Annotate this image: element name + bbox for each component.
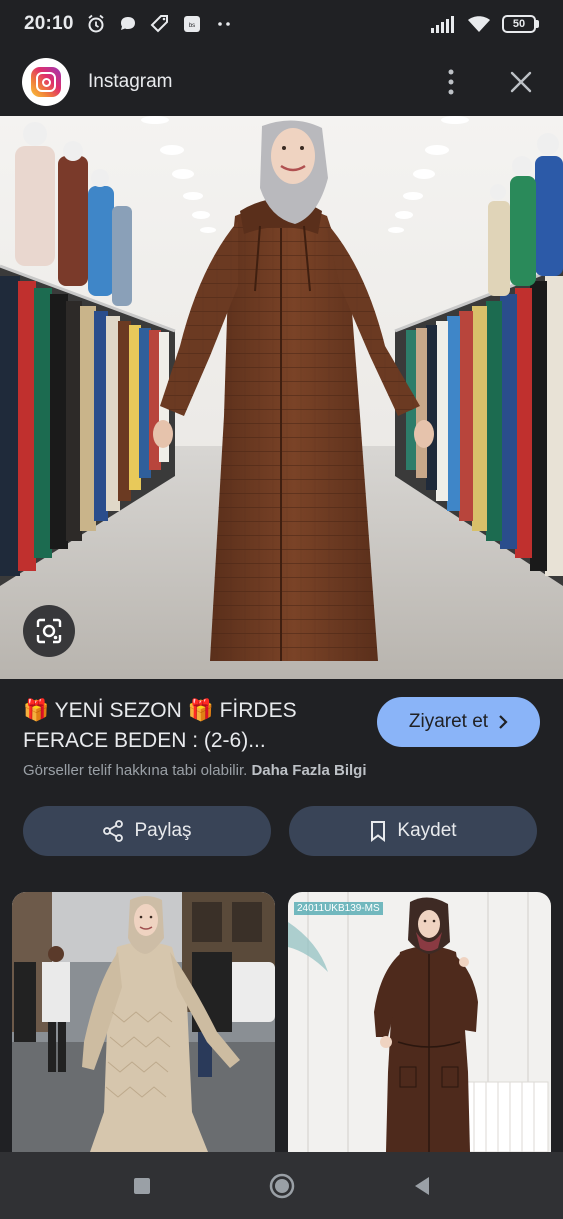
share-icon — [103, 820, 124, 842]
alarm-icon — [88, 14, 104, 33]
battery-level: 50 — [502, 15, 536, 33]
back-triangle-icon[interactable] — [402, 1166, 442, 1206]
share-button[interactable]: Paylaş — [23, 806, 271, 856]
related-image-1[interactable] — [12, 892, 275, 1152]
notification-icons: bs — [86, 14, 234, 34]
app-title: Instagram — [88, 71, 173, 92]
copyright-notice: Görseller telif hakkına tabi olabilir. D… — [23, 762, 366, 779]
related-image-2[interactable]: 24011UKB139-MS — [288, 892, 551, 1152]
more-vert-icon[interactable] — [431, 62, 471, 102]
more-dots-icon — [217, 22, 230, 26]
app-header: Instagram — [0, 48, 563, 116]
instagram-glyph-icon — [31, 67, 61, 97]
save-button[interactable]: Kaydet — [289, 806, 537, 856]
header-actions — [431, 62, 541, 102]
recents-square-icon[interactable] — [122, 1166, 162, 1206]
save-label: Kaydet — [397, 820, 457, 841]
status-time: 20:10 — [24, 13, 74, 34]
main-image[interactable] — [0, 116, 563, 679]
result-title[interactable]: 🎁 YENİ SEZON 🎁 FİRDES FERACE BEDEN : (2-… — [23, 696, 363, 756]
visit-label: Ziyaret et — [408, 711, 489, 732]
tag-icon — [150, 15, 168, 33]
close-icon[interactable] — [501, 62, 541, 102]
product-code-label: 24011UKB139-MS — [294, 902, 383, 915]
signal-icon — [431, 16, 454, 33]
app-badge-icon: bs — [183, 16, 200, 32]
more-info-link[interactable]: Daha Fazla Bilgi — [251, 762, 366, 779]
svg-text:bs: bs — [188, 23, 194, 29]
copyright-text: Görseller telif hakkına tabi olabilir. — [23, 762, 248, 779]
google-lens-icon[interactable] — [23, 605, 75, 657]
bookmark-icon — [371, 821, 386, 842]
instagram-logo[interactable] — [22, 58, 70, 106]
chevron-right-icon — [499, 715, 508, 729]
wifi-icon — [468, 16, 490, 32]
chat-bubble-icon — [120, 17, 135, 30]
status-right-icons: 50 — [430, 14, 539, 34]
status-bar: 20:10 bs 50 — [0, 0, 563, 48]
battery-icon: 50 — [502, 15, 539, 33]
share-label: Paylaş — [134, 820, 192, 841]
home-circle-icon[interactable] — [262, 1166, 302, 1206]
system-nav-bar — [0, 1152, 563, 1219]
visit-button[interactable]: Ziyaret et — [377, 697, 540, 747]
